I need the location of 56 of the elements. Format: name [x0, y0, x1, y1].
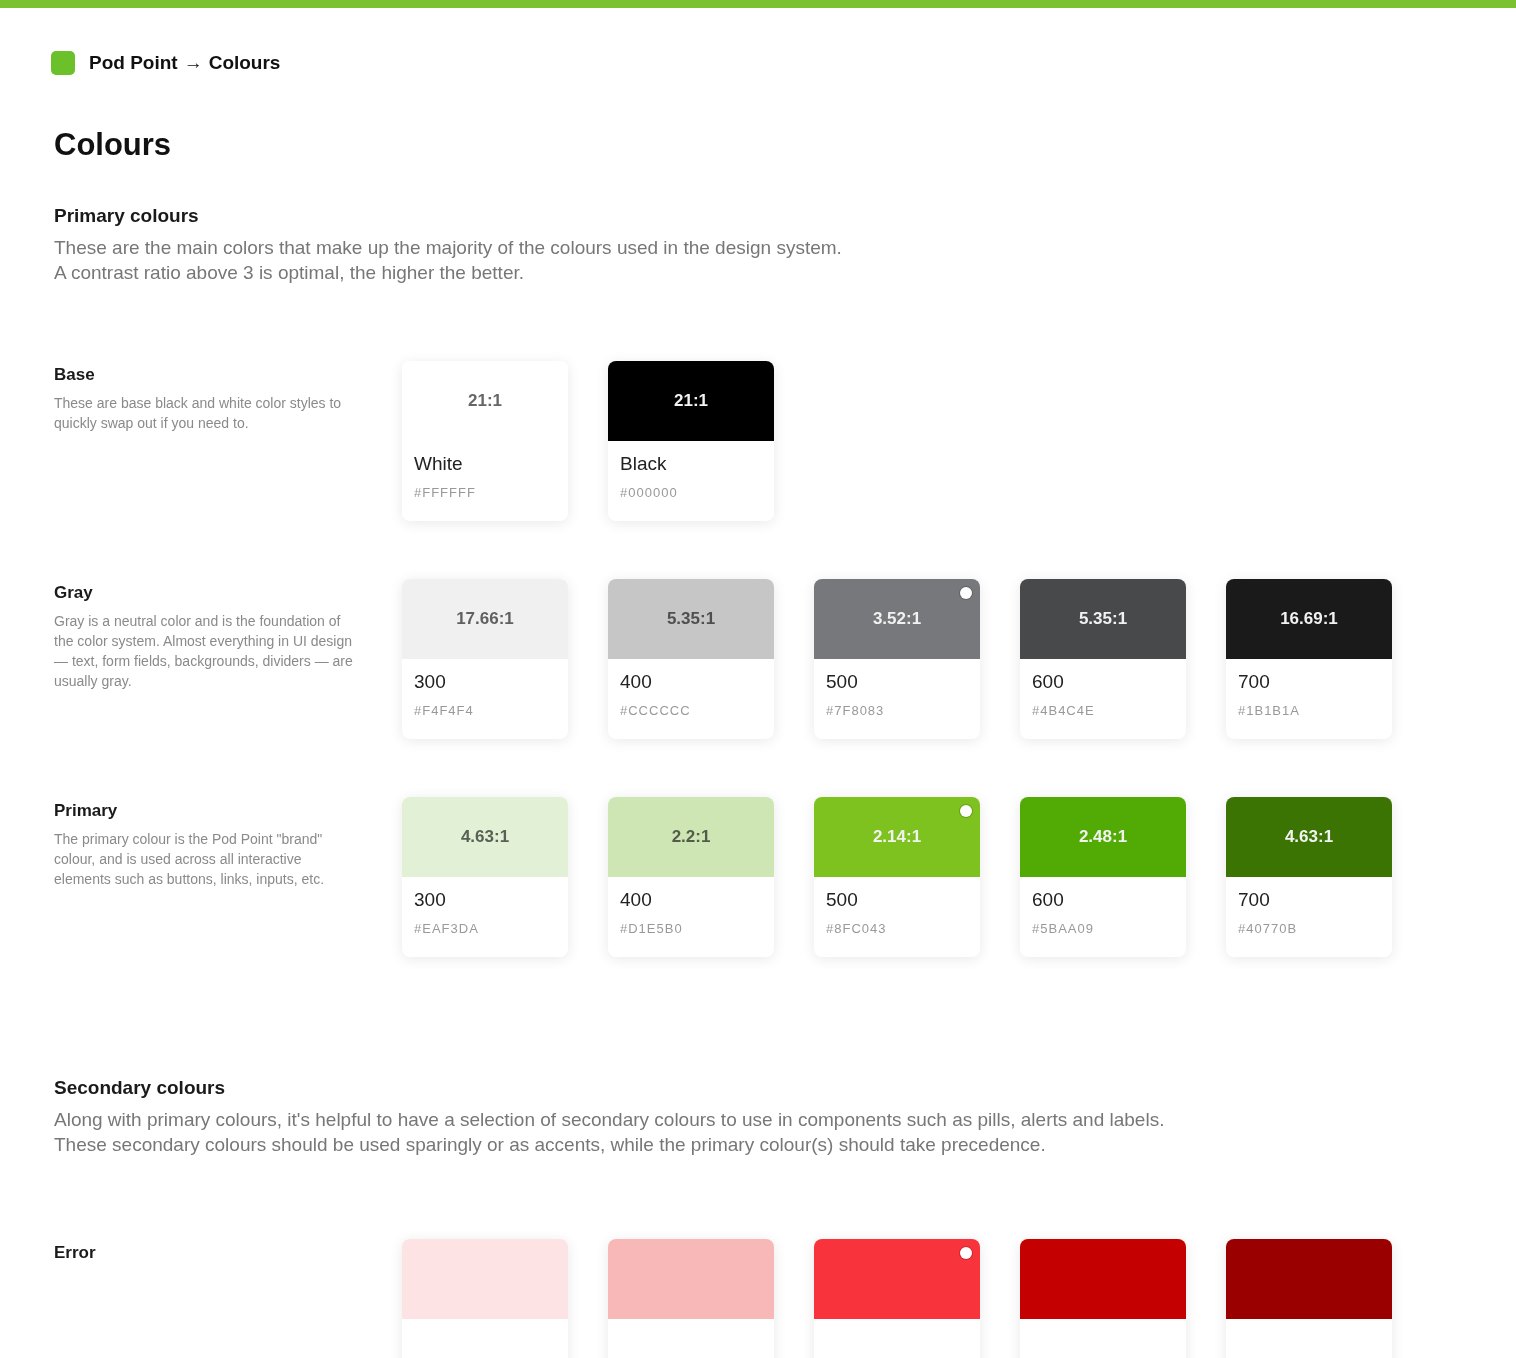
colour-name: White [414, 453, 464, 475]
logo-square-icon [51, 51, 75, 75]
colour-hex: #7F8083 [826, 703, 886, 718]
colour-hex: #000000 [620, 485, 679, 500]
contrast-ratio: 2.14:1 [872, 827, 922, 847]
colour-hex: #EAF3DA [414, 921, 480, 936]
contrast-ratio: 17.66:1 [456, 609, 514, 629]
dot-icon [960, 587, 972, 599]
group-description: The primary colour is the Pod Point "brand" colour, and is used across all interactive elements such as buttons, links, inputs, etc. [54, 830, 326, 889]
breadcrumb-page[interactable]: Colours [208, 52, 281, 74]
contrast-ratio: 4.63:1 [460, 827, 510, 847]
colour-hex: #8FC043 [826, 921, 888, 936]
colour-name: 700 [1238, 889, 1271, 911]
group-name: Error [54, 1243, 97, 1263]
dot-icon [960, 1247, 972, 1259]
colour-hex: #D1E5B0 [620, 921, 684, 936]
group-description: These are base black and white color styles to quickly swap out if you need to. [54, 394, 343, 433]
contrast-ratio: 2.48:1 [1078, 827, 1128, 847]
page-title: Colours [54, 127, 173, 163]
colour-hex: #1B1B1A [1238, 703, 1301, 718]
section-description: Along with primary colours, it's helpful to have a selection of secondary colours to use in components such as pills, alerts and labels. These secondary colours should be used sparingly or as accents, while the primary colour(s) should take precedence. [54, 1108, 1166, 1157]
colour-name: 600 [1032, 889, 1065, 911]
contrast-ratio: 3.52:1 [872, 609, 922, 629]
group-name: Base [54, 365, 96, 385]
colour-hex: #5BAA09 [1032, 921, 1095, 936]
section-description: A contrast ratio above 3 is optimal, the higher the better. [54, 261, 525, 285]
colour-name: Black [620, 453, 668, 475]
contrast-ratio: 5.35:1 [1078, 609, 1128, 629]
group-name: Primary [54, 801, 119, 821]
colour-hex: #F4F4F4 [414, 703, 475, 718]
colour-hex: #CCCCCC [620, 703, 692, 718]
section-description: These are the main colors that make up the majority of the colours used in the design system. [54, 236, 843, 260]
contrast-ratio: 4.63:1 [1284, 827, 1334, 847]
colour-name: 500 [826, 889, 859, 911]
group-name: Gray [54, 583, 94, 603]
section-heading: Secondary colours [54, 1077, 227, 1099]
breadcrumb-arrow: → [183, 52, 203, 74]
colour-name: 300 [414, 671, 447, 693]
dot-icon [960, 805, 972, 817]
colour-name: 600 [1032, 671, 1065, 693]
contrast-ratio: 2.2:1 [671, 827, 711, 847]
breadcrumb-project[interactable]: Pod Point [89, 52, 178, 74]
colour-name: 400 [620, 671, 653, 693]
group-description: Gray is a neutral color and is the foundation of the color system. Almost everything in UI design — text, form fields, backgrounds, dividers — are usually gray. [54, 612, 354, 691]
contrast-ratio: 21:1 [468, 391, 502, 411]
colour-name: 400 [620, 889, 653, 911]
colour-hex: #FFFFFF [414, 485, 477, 500]
colour-hex: #4B4C4E [1032, 703, 1096, 718]
colour-name: 700 [1238, 671, 1271, 693]
colour-hex: #40770B [1238, 921, 1299, 936]
colour-name: 500 [826, 671, 859, 693]
contrast-ratio: 5.35:1 [666, 609, 716, 629]
contrast-ratio: 21:1 [674, 391, 708, 411]
contrast-ratio: 16.69:1 [1280, 609, 1338, 629]
section-heading: Primary colours [54, 205, 200, 227]
colour-name: 300 [414, 889, 447, 911]
